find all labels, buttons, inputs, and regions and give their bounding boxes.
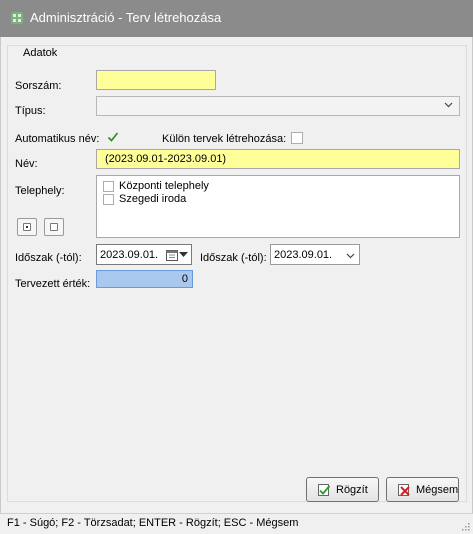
idoszak-to-label: Időszak (-tól): <box>200 252 267 264</box>
tervezett-value: 0 <box>181 273 188 285</box>
idoszak-from-picker[interactable]: 2023.09.01. <box>96 244 192 265</box>
sorszam-input[interactable] <box>96 70 216 90</box>
auto-name-label: Automatikus név: <box>15 133 100 145</box>
cancel-button[interactable]: Mégsem <box>386 477 459 502</box>
calendar-icon[interactable] <box>166 249 178 261</box>
dialog-body: Adatok Sorszám: Típus: Automatikus név: … <box>0 37 473 534</box>
list-item-label: Központi telephely <box>119 180 209 192</box>
telephely-label: Telephely: <box>15 185 65 197</box>
idoszak-to-value: 2023.09.01. <box>274 249 333 261</box>
select-none-icon <box>50 223 58 231</box>
tipus-label: Típus: <box>15 105 46 117</box>
select-all-button[interactable] <box>17 218 37 236</box>
nev-label: Név: <box>15 158 38 170</box>
select-none-button[interactable] <box>44 218 64 236</box>
groupbox-title: Adatok <box>21 47 60 59</box>
save-button-label: Rögzít <box>336 484 368 496</box>
idoszak-to-picker[interactable]: 2023.09.01. <box>270 244 360 265</box>
auto-name-checkbox[interactable] <box>107 131 119 143</box>
tipus-select[interactable] <box>96 96 460 116</box>
dropdown-arrow-icon[interactable] <box>179 252 188 258</box>
select-all-icon <box>23 223 31 231</box>
status-text: F1 - Súgó; F2 - Törzsadat; ENTER - Rögzí… <box>7 517 299 529</box>
cancel-button-label: Mégsem <box>416 484 459 496</box>
sorszam-label: Sorszám: <box>15 80 62 92</box>
chevron-down-icon <box>444 102 453 108</box>
telephely-list[interactable]: Központi telephely Szegedi iroda <box>96 175 460 238</box>
separate-plans-checkbox[interactable] <box>291 132 303 144</box>
list-item-checkbox[interactable] <box>103 181 114 192</box>
list-item-checkbox[interactable] <box>103 194 114 205</box>
nev-value: (2023.09.01-2023.09.01) <box>105 153 227 165</box>
tervezett-label: Tervezett érték: <box>15 278 91 290</box>
status-bar: F1 - Súgó; F2 - Törzsadat; ENTER - Rögzí… <box>0 513 473 534</box>
app-icon <box>11 12 23 24</box>
idoszak-from-value: 2023.09.01. <box>100 249 159 261</box>
cancel-icon <box>398 484 410 496</box>
chevron-down-icon[interactable] <box>346 251 355 260</box>
tervezett-input[interactable]: 0 <box>96 270 193 288</box>
nev-input[interactable]: (2023.09.01-2023.09.01) <box>96 149 460 169</box>
list-item-label: Szegedi iroda <box>119 193 187 205</box>
save-icon <box>318 484 331 496</box>
window-title: Adminisztráció - Terv létrehozása <box>30 10 222 25</box>
resize-grip-icon[interactable] <box>460 521 470 531</box>
save-button[interactable]: Rögzít <box>306 477 379 502</box>
idoszak-from-label: Időszak (-tól): <box>15 252 82 264</box>
title-bar: Adminisztráció - Terv létrehozása <box>0 0 473 37</box>
separate-plans-label: Külön tervek létrehozása: <box>162 133 287 145</box>
